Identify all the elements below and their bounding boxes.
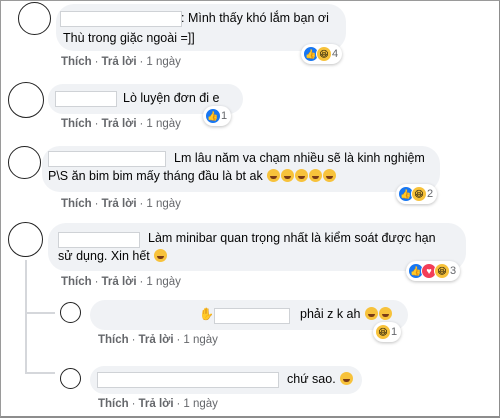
reply-actions: Thích · Trả lời · 1 ngày [98, 334, 218, 346]
timestamp[interactable]: 1 ngày [146, 56, 181, 68]
waving-hand-icon: ✋ [199, 307, 214, 321]
reply-link[interactable]: Trả lời [139, 398, 174, 410]
reaction-count: 3 [450, 265, 457, 277]
author-name-redacted[interactable] [55, 91, 117, 107]
reply-link[interactable]: Trả lời [139, 334, 174, 346]
grinning-emoji-icon [154, 249, 168, 262]
timestamp[interactable]: 1 ngày [183, 398, 218, 410]
reactions-badge[interactable]: 👍 😆 4 [301, 44, 343, 64]
like-link[interactable]: Thích [61, 56, 92, 68]
like-link[interactable]: Thích [61, 118, 92, 130]
haha-icon: 😆 [316, 46, 332, 62]
author-name-redacted[interactable] [48, 151, 166, 167]
laughing-emoji-icon [267, 169, 281, 182]
author-name-redacted[interactable] [60, 11, 182, 27]
comment-text: P\S ăn bim bim mấy tháng đầu là bt ak [48, 168, 337, 185]
timestamp[interactable]: 1 ngày [183, 334, 218, 346]
like-link[interactable]: Thích [98, 334, 129, 346]
reactions-badge[interactable]: 👍 ♥ 😆 3 [406, 261, 461, 281]
comment-actions: Thích · Trả lời · 1 ngày [61, 56, 181, 68]
laughing-emoji-icon [309, 169, 323, 182]
avatar[interactable] [18, 2, 51, 35]
reactions-badge[interactable]: 👍 1 [203, 106, 232, 126]
haha-icon: 😆 [375, 324, 391, 340]
reply-actions: Thích · Trả lời · 1 ngày [98, 398, 218, 410]
reply-link[interactable]: Trả lời [102, 276, 137, 288]
avatar[interactable] [60, 368, 81, 389]
comment-text: Làm minibar quan trọng nhất là kiểm soát… [148, 231, 436, 245]
reply-text: chứ sao. [287, 371, 354, 388]
reply-link[interactable]: Trả lời [102, 118, 137, 130]
laughing-emoji-icon [364, 307, 378, 320]
avatar[interactable] [8, 146, 41, 179]
reply-thread-line [25, 312, 55, 314]
comment-actions: Thích · Trả lời · 1 ngày [61, 118, 181, 130]
reaction-count: 1 [221, 110, 228, 122]
comment-actions: Thích · Trả lời · 1 ngày [61, 276, 181, 288]
author-name-redacted[interactable] [214, 308, 290, 324]
like-link[interactable]: Thích [61, 276, 92, 288]
timestamp[interactable]: 1 ngày [146, 118, 181, 130]
haha-icon: 😆 [411, 186, 427, 202]
timestamp[interactable]: 1 ngày [146, 198, 181, 210]
like-link[interactable]: Thích [98, 398, 129, 410]
reactions-badge[interactable]: 👍 😆 2 [396, 184, 438, 204]
comment-text: sử dụng. Xin hết [58, 248, 168, 265]
reply-thread-line [25, 372, 55, 374]
author-name-redacted[interactable] [97, 372, 279, 388]
laughing-emoji-icon [378, 307, 392, 320]
comment-text: Thù trong giặc ngoài =]] [63, 31, 195, 45]
timestamp[interactable]: 1 ngày [146, 276, 181, 288]
reply-link[interactable]: Trả lời [102, 198, 137, 210]
laughing-emoji-icon [323, 169, 337, 182]
reply-text: phải z k ah [300, 306, 392, 323]
reactions-badge[interactable]: 😆 1 [373, 322, 402, 342]
author-name-redacted[interactable] [58, 232, 140, 248]
like-link[interactable]: Thích [61, 198, 92, 210]
avatar[interactable] [8, 82, 44, 118]
comment-text: Lm lâu năm va chạm nhiều sẽ là kinh nghi… [174, 151, 425, 165]
avatar[interactable] [60, 302, 81, 323]
like-icon: 👍 [205, 108, 221, 124]
laughing-emoji-icon [281, 169, 295, 182]
reaction-count: 4 [332, 48, 339, 60]
laughing-emoji-icon [340, 372, 354, 385]
reaction-count: 2 [427, 188, 434, 200]
avatar[interactable] [8, 222, 43, 257]
reply-thread-line [25, 260, 27, 372]
reaction-count: 1 [391, 326, 398, 338]
haha-icon: 😆 [434, 263, 450, 279]
comment-text: Lò luyện đơn đi e [123, 91, 220, 105]
reply-link[interactable]: Trả lời [102, 56, 137, 68]
laughing-emoji-icon [295, 169, 309, 182]
comment-actions: Thích · Trả lời · 1 ngày [61, 198, 181, 210]
comment-text: : Mình thấy khó lắm bạn ơi [181, 11, 329, 25]
